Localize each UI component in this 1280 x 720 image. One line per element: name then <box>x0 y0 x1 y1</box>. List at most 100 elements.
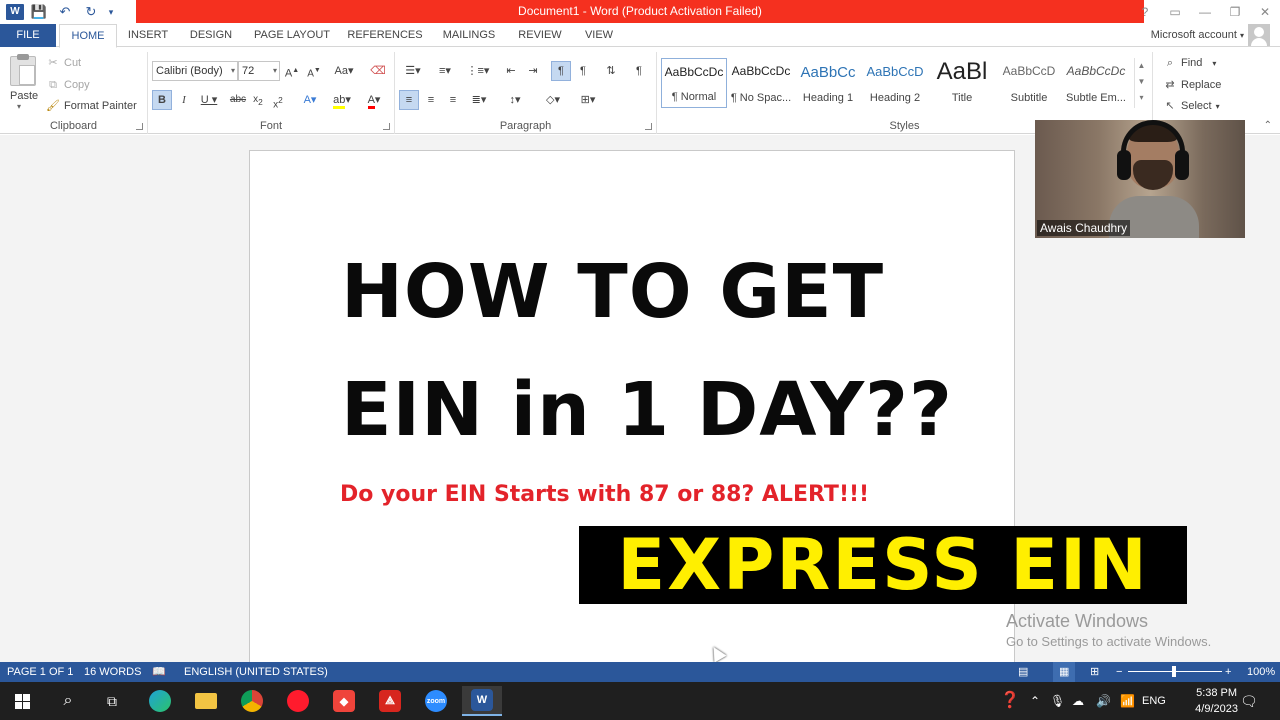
cut-button[interactable]: ✂ Cut <box>46 56 81 70</box>
tab-references[interactable]: REFERENCES <box>345 24 425 47</box>
justify-icon[interactable]: ≣▾ <box>465 90 493 110</box>
clipboard-dialog-launcher-icon[interactable] <box>136 123 143 130</box>
align-center-icon[interactable]: ≡ <box>421 90 441 110</box>
align-right-icon[interactable]: ≡ <box>443 90 463 110</box>
zoom-in-icon[interactable]: + <box>1225 662 1231 682</box>
collapse-ribbon-icon[interactable]: ⌃ <box>1264 120 1272 131</box>
tab-home[interactable]: HOME <box>59 24 117 48</box>
print-layout-icon[interactable]: ▦ <box>1053 662 1076 682</box>
format-painter-button[interactable]: 🖌 Format Painter <box>46 99 137 113</box>
proofing-icon[interactable]: 📖 <box>152 662 166 682</box>
font-family-select[interactable]: Calibri (Body) ▾ <box>152 61 238 81</box>
ltr-text-icon[interactable]: ¶ <box>551 61 571 81</box>
edge-taskbar-button[interactable] <box>140 686 180 716</box>
bold-icon[interactable]: B <box>152 90 172 110</box>
help-icon[interactable]: ? <box>1130 5 1160 19</box>
sort-icon[interactable]: ⇅ <box>601 61 621 81</box>
read-mode-icon[interactable]: ▤ <box>1018 662 1028 682</box>
style-title[interactable]: AaBl Title <box>929 58 995 108</box>
tab-page-layout[interactable]: PAGE LAYOUT <box>248 24 336 47</box>
underline-icon[interactable]: U ▾ <box>196 90 222 110</box>
file-explorer-taskbar-button[interactable] <box>186 686 226 716</box>
word-app-icon[interactable]: W <box>6 4 24 20</box>
style-subtitle[interactable]: AaBbCcD Subtitle <box>996 58 1062 108</box>
style-subtle-emphasis[interactable]: AaBbCcDc Subtle Em... <box>1063 58 1129 108</box>
anydesk-taskbar-button[interactable]: ◆ <box>324 686 364 716</box>
wifi-icon[interactable]: 📶 <box>1120 682 1135 720</box>
zoom-level[interactable]: 100% <box>1247 662 1275 682</box>
tab-insert[interactable]: INSERT <box>122 24 174 47</box>
more-styles-icon[interactable]: ▾ <box>1135 90 1148 106</box>
find-button[interactable]: ⌕ Find ▾ <box>1163 56 1217 70</box>
style-heading-2[interactable]: AaBbCcD Heading 2 <box>862 58 928 108</box>
tab-design[interactable]: DESIGN <box>182 24 240 47</box>
start-button[interactable] <box>2 686 42 716</box>
page-count[interactable]: PAGE 1 OF 1 <box>7 662 73 682</box>
strikethrough-icon[interactable]: abc <box>226 90 250 110</box>
rtl-text-icon[interactable]: ¶ <box>573 61 593 81</box>
onedrive-icon[interactable]: ☁ <box>1072 682 1084 720</box>
ribbon-display-options-icon[interactable]: ▭ <box>1160 5 1190 19</box>
grow-font-icon[interactable]: A▲ <box>282 61 302 81</box>
borders-icon[interactable]: ⊞▾ <box>573 90 603 110</box>
word-count[interactable]: 16 WORDS <box>84 662 141 682</box>
font-color-icon[interactable]: A▾ <box>360 90 388 110</box>
tab-mailings[interactable]: MAILINGS <box>435 24 503 47</box>
microphone-icon[interactable]: 🎙 <box>1050 682 1065 720</box>
redo-icon[interactable]: ↻ <box>80 3 102 21</box>
style-no-spacing[interactable]: AaBbCcDc ¶ No Spac... <box>728 58 794 108</box>
align-left-icon[interactable]: ≡ <box>399 90 419 110</box>
replace-button[interactable]: ⇄ Replace <box>1163 78 1221 92</box>
restore-icon[interactable]: ❐ <box>1220 5 1250 19</box>
change-case-icon[interactable]: Aa▾ <box>330 61 358 81</box>
notifications-icon[interactable]: 🗨 <box>1240 682 1258 720</box>
numbering-icon[interactable]: ≡▾ <box>431 61 459 81</box>
customize-qat-icon[interactable]: ▾ <box>106 3 116 21</box>
opera-taskbar-button[interactable] <box>278 686 318 716</box>
increase-indent-icon[interactable]: ⇥ <box>523 61 543 81</box>
paste-options-chevron-icon[interactable]: ▾ <box>17 102 21 111</box>
clock[interactable]: 5:38 PM 4/9/2023 <box>1195 685 1238 717</box>
font-size-select[interactable]: 72 ▾ <box>238 61 280 81</box>
clear-formatting-icon[interactable]: ⌫ <box>368 61 388 81</box>
language-tray[interactable]: ENG <box>1142 682 1166 720</box>
search-icon[interactable]: ⌕ <box>48 686 88 716</box>
tab-review[interactable]: REVIEW <box>512 24 568 47</box>
help-tray-icon[interactable]: ❓ <box>1000 682 1020 720</box>
styles-gallery-scroll[interactable]: ▲ ▼ ▾ <box>1134 58 1148 108</box>
select-button[interactable]: ↖ Select ▾ <box>1163 99 1219 113</box>
save-icon[interactable]: 💾 <box>28 3 50 21</box>
decrease-indent-icon[interactable]: ⇤ <box>501 61 521 81</box>
highlight-color-icon[interactable]: ab▾ <box>328 90 356 110</box>
multilevel-list-icon[interactable]: ⋮≡▾ <box>463 61 493 81</box>
style-normal[interactable]: AaBbCcDc ¶ Normal <box>661 58 727 108</box>
italic-icon[interactable]: I <box>174 90 194 110</box>
paragraph-dialog-launcher-icon[interactable] <box>645 123 652 130</box>
tab-file[interactable]: FILE <box>0 24 56 47</box>
undo-icon[interactable]: ↶ <box>54 3 76 21</box>
paste-icon[interactable] <box>10 54 36 86</box>
show-hidden-icons-icon[interactable]: ⌃ <box>1030 682 1040 720</box>
volume-icon[interactable]: 🔊 <box>1096 682 1111 720</box>
close-icon[interactable]: ✕ <box>1250 5 1280 19</box>
superscript-icon[interactable]: x2 <box>268 90 288 110</box>
acrobat-taskbar-button[interactable]: ⟁ <box>370 686 410 716</box>
avatar[interactable] <box>1248 24 1270 46</box>
shrink-font-icon[interactable]: A▼ <box>304 61 324 81</box>
copy-button[interactable]: ⧉ Copy <box>46 78 90 92</box>
minimize-icon[interactable]: — <box>1190 5 1220 19</box>
paste-button[interactable]: Paste <box>10 90 38 102</box>
zoom-slider-thumb[interactable] <box>1172 666 1176 677</box>
subscript-icon[interactable]: x2 <box>248 90 268 110</box>
scroll-down-icon[interactable]: ▼ <box>1135 74 1148 90</box>
chrome-taskbar-button[interactable] <box>232 686 272 716</box>
scroll-up-icon[interactable]: ▲ <box>1135 58 1148 74</box>
line-spacing-icon[interactable]: ↕▾ <box>501 90 529 110</box>
style-heading-1[interactable]: AaBbCc Heading 1 <box>795 58 861 108</box>
zoom-out-icon[interactable]: − <box>1116 662 1122 682</box>
shading-icon[interactable]: ◇▾ <box>539 90 567 110</box>
language-indicator[interactable]: ENGLISH (UNITED STATES) <box>184 662 328 682</box>
bullets-icon[interactable]: ☰▾ <box>399 61 427 81</box>
show-formatting-marks-icon[interactable]: ¶ <box>629 61 649 81</box>
font-dialog-launcher-icon[interactable] <box>383 123 390 130</box>
